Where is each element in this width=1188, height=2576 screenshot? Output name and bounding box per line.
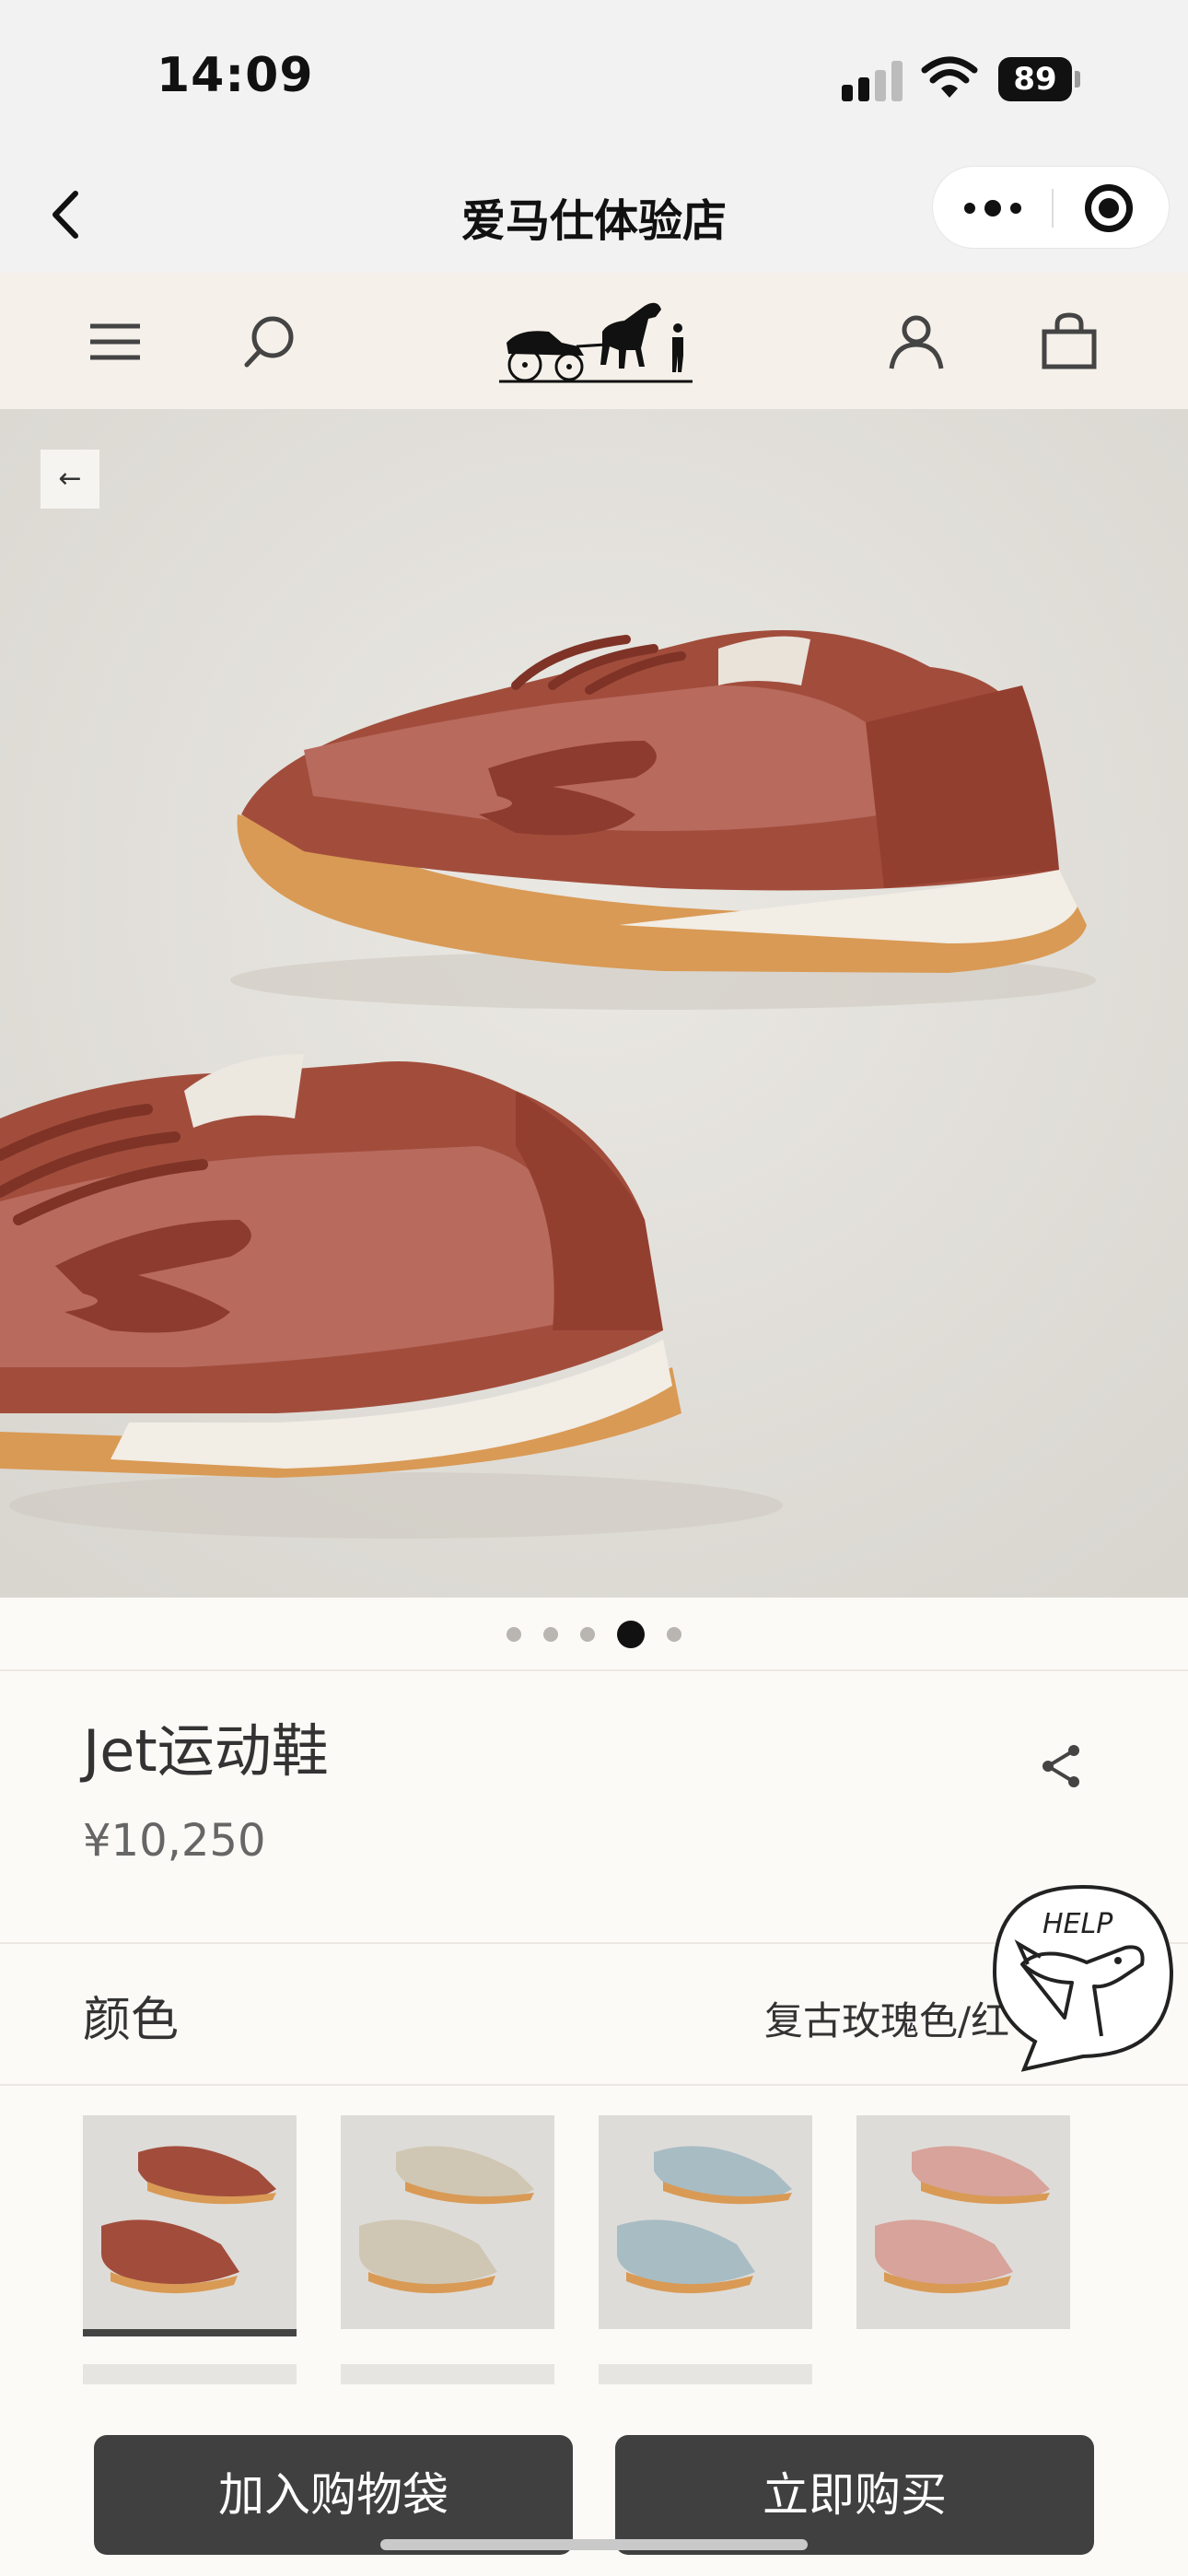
search-icon[interactable] [239,311,300,372]
close-icon[interactable] [1085,184,1133,232]
pager-dot[interactable] [543,1627,558,1642]
cellular-signal-icon [842,61,903,101]
battery-level: 89 [998,57,1072,101]
product-name: Jet运动鞋 [83,1717,329,1785]
pager-dot[interactable] [580,1627,595,1642]
menu-icon[interactable] [85,311,146,372]
site-header [0,273,1188,409]
buy-now-button[interactable]: 立即购买 [615,2435,1094,2555]
capsule-divider [1052,189,1054,228]
battery-icon: 89 [998,57,1081,101]
color-swatches [83,2115,1105,2336]
mini-program-title: 爱马仕体验店 [460,195,727,247]
status-bar: 14:09 89 [0,0,1188,157]
color-value: 复古玫瑰色/红 [764,1998,1010,2043]
logo[interactable] [497,291,694,392]
product-image[interactable]: ← [0,409,1188,1598]
bag-icon[interactable] [1039,311,1100,372]
account-icon[interactable] [886,311,947,372]
pager-dot-active[interactable] [617,1621,645,1648]
back-icon[interactable] [37,182,101,247]
divider [0,1669,1188,1671]
swatch-light-blue[interactable] [599,2115,812,2329]
image-pager [0,1598,1188,1671]
swatch-pink[interactable] [856,2115,1070,2329]
image-back-button[interactable]: ← [41,450,99,509]
share-icon[interactable] [1037,1741,1087,1791]
more-icon[interactable] [964,191,1021,226]
color-label: 颜色 [83,1993,180,2048]
mini-program-nav: 爱马仕体验店 [0,157,1188,273]
add-to-bag-button[interactable]: 加入购物袋 [94,2435,573,2555]
pager-dot[interactable] [667,1627,681,1642]
pager-dot[interactable] [507,1627,521,1642]
help-label: HELP [1042,1908,1113,1940]
status-time: 14:09 [157,48,314,103]
divider [0,2084,1188,2086]
swatch-selected-indicator [83,2329,297,2336]
help-icon[interactable]: HELP [987,1879,1179,2073]
sneaker-photo [0,409,1188,1598]
product-price: ¥10,250 [83,1815,266,1867]
capsule-menu [932,166,1170,249]
swatch-rust[interactable] [83,2115,297,2329]
swatch-beige[interactable] [341,2115,554,2329]
home-indicator[interactable] [380,2539,808,2550]
wifi-icon [921,56,978,98]
